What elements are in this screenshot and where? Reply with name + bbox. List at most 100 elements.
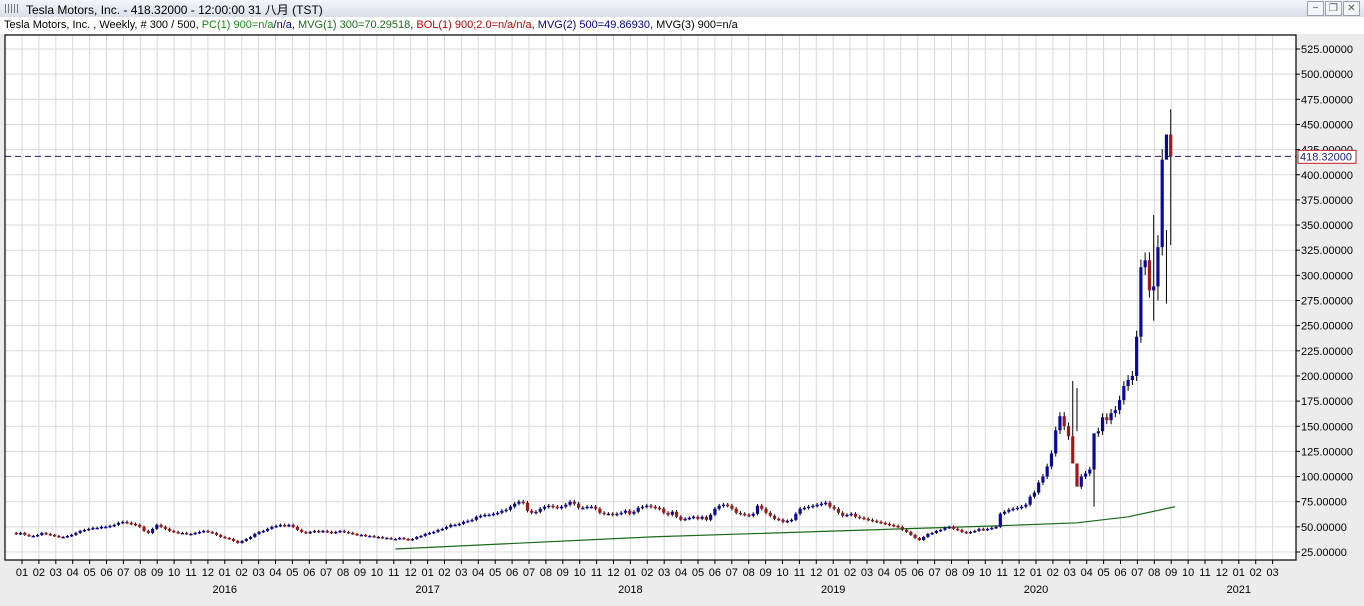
x-month-label: 10 [979, 567, 991, 579]
x-month-label: 11 [794, 567, 805, 579]
candle-body [870, 519, 875, 522]
candle-body [283, 524, 287, 527]
candle-body [994, 526, 998, 529]
y-tick-label: 250.00000 [1301, 321, 1353, 333]
candlestick-chart[interactable]: 25.00000 50.00000 75.00000 100.00000 125.000… [0, 34, 1364, 606]
chart-window-icon [5, 4, 19, 13]
candle-body [27, 534, 31, 537]
candle-body [734, 508, 738, 513]
candle [1054, 426, 1058, 457]
candle-body [1002, 511, 1007, 514]
candle-body [381, 536, 385, 539]
x-month-label: 01 [219, 567, 231, 579]
candle-body [74, 532, 78, 535]
y-tick-label: 325.00000 [1301, 245, 1353, 257]
candle-body [849, 513, 853, 516]
candle-body [70, 534, 74, 537]
x-month-label: 12 [810, 567, 822, 579]
candle-body [576, 503, 581, 508]
x-month-label: 02 [1250, 567, 1262, 579]
y-tick-label: 225.00000 [1301, 346, 1353, 358]
candle-body [470, 519, 474, 522]
x-month-label: 06 [506, 567, 518, 579]
candle-body [662, 508, 666, 513]
candle-body [1139, 267, 1143, 337]
candle-body [14, 532, 18, 535]
x-month-label: 03 [50, 567, 62, 579]
candle-body [1062, 416, 1066, 427]
candle-body [304, 531, 308, 534]
candle-body [197, 531, 202, 534]
legend-part: Tesla Motors, Inc. , Weekly, # 300 / 500… [4, 19, 202, 31]
candle-body [342, 530, 346, 533]
candle-body [1054, 430, 1058, 454]
candle-body [423, 533, 427, 536]
candle-body [393, 538, 397, 541]
candle-body [947, 526, 951, 529]
candle-body [270, 526, 274, 529]
candle-body [517, 501, 521, 504]
x-month-label: 01 [421, 567, 433, 579]
legend-part: MVG(2) 500=49.86930 [537, 19, 650, 31]
candle-body [798, 508, 802, 514]
x-month-label: 08 [540, 567, 552, 579]
candle-body [747, 514, 751, 517]
candle-body [513, 503, 517, 507]
candle-body [922, 536, 926, 540]
candle-body [619, 512, 623, 515]
candle-body [538, 508, 542, 512]
candle-body [87, 528, 91, 531]
candle-body [346, 531, 351, 534]
candle-body [1105, 417, 1109, 421]
candle-body [649, 505, 653, 508]
candle-body [679, 516, 683, 520]
chart-panel[interactable]: 25.00000 50.00000 75.00000 100.00000 125.000… [0, 34, 1364, 606]
candle-body [926, 533, 930, 537]
candle-body [960, 529, 964, 532]
candle-body [879, 521, 883, 524]
candle-body [415, 536, 419, 539]
y-tick-label: 300.00000 [1301, 270, 1353, 282]
candle-body [18, 532, 23, 535]
x-month-label: 12 [1013, 567, 1025, 579]
candle-body [202, 530, 206, 533]
candle-body [845, 514, 849, 517]
candle-body [666, 512, 670, 515]
candle-body [427, 532, 432, 535]
candle-body [713, 508, 717, 515]
candle-body [372, 535, 376, 538]
x-month-label: 05 [692, 567, 704, 579]
x-month-label: 09 [1165, 567, 1177, 579]
candle-body [321, 530, 325, 533]
minimize-button[interactable]: − [1307, 1, 1324, 16]
candle-body [376, 536, 380, 539]
close-button[interactable]: ✕ [1343, 1, 1360, 16]
x-month-label: 10 [371, 567, 383, 579]
x-month-label: 11 [1199, 567, 1210, 579]
candle-body [193, 532, 197, 535]
legend-part: BOL(1) 900;2.0=n/a/n/a [416, 19, 532, 31]
candle-body [334, 531, 338, 534]
restore-button[interactable]: ❐ [1325, 1, 1342, 16]
candle-body [95, 527, 99, 530]
candle-body [738, 512, 743, 515]
candle-body [35, 534, 40, 537]
candle-body [858, 516, 862, 519]
x-month-label: 07 [726, 567, 738, 579]
candle-body [755, 505, 760, 514]
candle-body [57, 535, 61, 538]
candle-body [781, 519, 785, 522]
candle-body [930, 532, 934, 535]
y-tick-label: 400.00000 [1301, 170, 1353, 182]
candle-body [172, 530, 176, 533]
x-month-label: 08 [1148, 567, 1160, 579]
x-month-label: 12 [1216, 567, 1228, 579]
y-tick-label: 350.00000 [1301, 220, 1353, 232]
candle-body [883, 522, 887, 525]
candle-body [159, 524, 163, 527]
candle-body [696, 516, 700, 519]
candle-body [1020, 506, 1024, 509]
x-month-label: 04 [269, 567, 281, 579]
x-month-label: 04 [1081, 567, 1093, 579]
candle-body [138, 524, 142, 527]
